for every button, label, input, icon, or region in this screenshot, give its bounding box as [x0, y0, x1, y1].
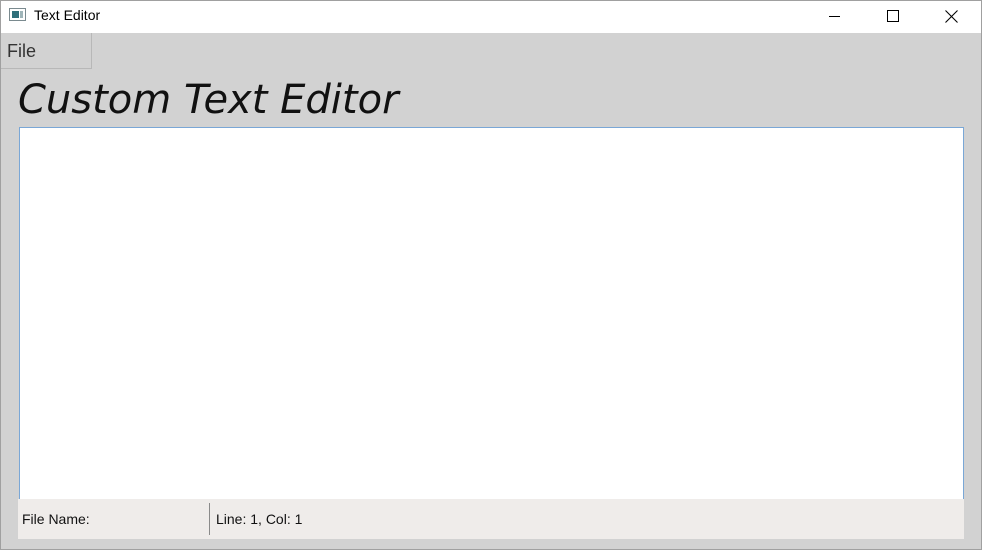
- status-file-name: File Name:: [22, 511, 90, 527]
- title-bar[interactable]: Text Editor: [1, 1, 981, 33]
- app-window-icon: [9, 8, 26, 21]
- page-title: Custom Text Editor: [18, 77, 399, 123]
- status-divider: [209, 503, 210, 535]
- maximize-button[interactable]: [870, 1, 916, 31]
- close-icon: [944, 9, 958, 23]
- status-cursor-position: Line: 1, Col: 1: [216, 511, 303, 527]
- close-button[interactable]: [928, 1, 974, 31]
- menu-item-file[interactable]: File: [1, 33, 92, 69]
- minimize-icon: [829, 16, 840, 17]
- window-title: Text Editor: [34, 7, 101, 23]
- text-editor-area[interactable]: [19, 127, 964, 500]
- minimize-button[interactable]: [812, 1, 858, 31]
- status-bar: File Name: Line: 1, Col: 1: [18, 499, 964, 539]
- menu-bar: File: [1, 33, 981, 69]
- app-window: Text Editor File Custom Text Editor File…: [0, 0, 982, 550]
- maximize-icon: [887, 10, 899, 22]
